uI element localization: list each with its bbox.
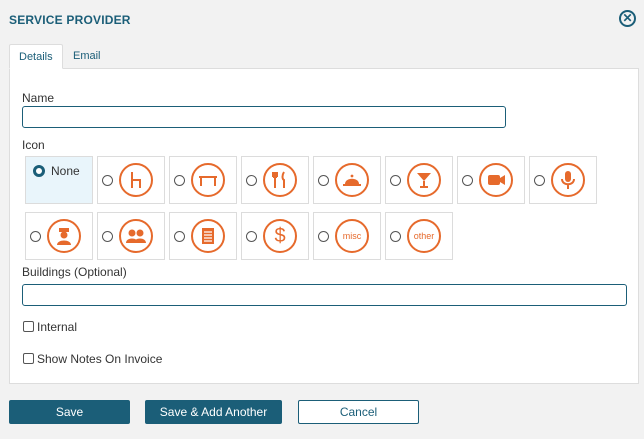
buildings-label: Buildings (Optional) [22,265,127,279]
icon-option-other[interactable]: other [385,212,453,260]
icon-option-cocktail[interactable] [385,156,453,204]
internal-label: Internal [37,320,78,334]
icon-option-security[interactable] [25,212,93,260]
icon-label: Icon [22,138,45,152]
cancel-button[interactable]: Cancel [298,400,419,424]
people-icon [119,219,153,253]
cocktail-icon [407,163,441,197]
tab-details[interactable]: Details [9,44,63,69]
icon-option-people[interactable] [97,212,165,260]
icon-option-cloche[interactable] [313,156,381,204]
radio[interactable] [174,231,185,242]
name-input[interactable] [22,106,506,128]
video-camera-icon [479,163,513,197]
icon-option-clipboard[interactable] [169,212,237,260]
icon-option-none[interactable]: None [25,156,93,204]
dialog-title: SERVICE PROVIDER [9,13,131,27]
radio-selected[interactable] [33,165,45,177]
name-label: Name [22,91,55,105]
other-icon-text: other [413,231,435,241]
radio[interactable] [318,231,329,242]
radio[interactable] [102,175,113,186]
icon-option-misc[interactable]: misc [313,212,381,260]
save-button[interactable]: Save [9,400,130,424]
icon-option-chair[interactable] [97,156,165,204]
security-person-icon [47,219,81,253]
dollar-icon: $ [263,219,297,253]
table-icon [191,163,225,197]
misc-icon: misc [335,219,369,253]
other-icon: other [407,219,441,253]
utensils-icon [263,163,297,197]
show-notes-checkbox[interactable] [23,353,34,364]
radio[interactable] [534,175,545,186]
icon-option-dollar[interactable]: $ [241,212,309,260]
radio[interactable] [246,231,257,242]
microphone-icon [551,163,585,197]
icon-option-utensils[interactable] [241,156,309,204]
internal-checkbox[interactable] [23,321,34,332]
radio[interactable] [390,175,401,186]
radio[interactable] [462,175,473,186]
icon-option-table[interactable] [169,156,237,204]
cloche-icon [335,163,369,197]
icon-option-video[interactable] [457,156,525,204]
icon-none-label: None [51,164,80,178]
radio[interactable] [318,175,329,186]
show-notes-label: Show Notes On Invoice [37,352,163,366]
radio[interactable] [102,231,113,242]
close-icon[interactable]: ✕ [619,10,636,27]
tab-email[interactable]: Email [64,44,110,69]
misc-icon-text: misc [342,231,362,241]
icon-option-microphone[interactable] [529,156,597,204]
radio[interactable] [246,175,257,186]
save-add-another-button[interactable]: Save & Add Another [145,400,282,424]
radio[interactable] [390,231,401,242]
radio[interactable] [174,175,185,186]
clipboard-icon [191,219,225,253]
chair-icon [119,163,153,197]
radio[interactable] [30,231,41,242]
buildings-input[interactable] [22,284,627,306]
